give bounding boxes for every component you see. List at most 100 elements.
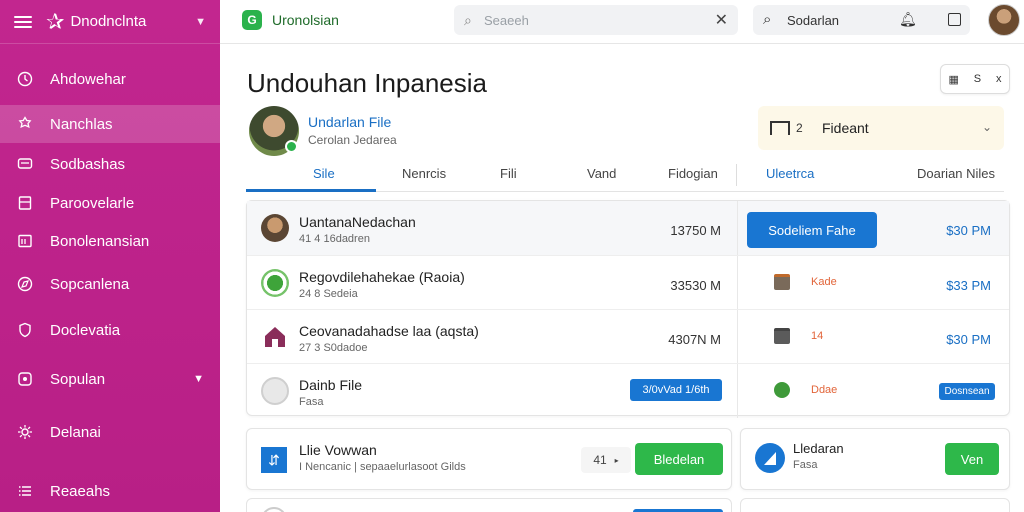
top-bar: G Uronolsian ⌕ ✕ ⌕ Sodarlan 🔔︎ bbox=[220, 0, 1024, 44]
sidebar-item-7[interactable]: Doclevatia bbox=[0, 311, 220, 349]
tab-7[interactable]: Doarian Niles bbox=[917, 166, 995, 181]
counter-value: 41 bbox=[593, 453, 607, 467]
list-icon bbox=[16, 482, 34, 500]
file-time: $33 PM bbox=[946, 278, 991, 293]
tab-6[interactable]: Uleetrca bbox=[766, 166, 814, 181]
plant-icon bbox=[774, 382, 790, 398]
tool-x[interactable]: x bbox=[996, 73, 1002, 85]
brand-name: Dnodnclnta bbox=[70, 13, 147, 30]
file-time: $30 PM bbox=[946, 223, 991, 238]
sidebar: ✰ Dnodnclnta ▼ Ahdowehar Nanchlas Sodbas… bbox=[0, 0, 220, 512]
file-title: UantanaNedachan bbox=[299, 214, 416, 230]
chevron-down-icon[interactable]: ▼ bbox=[193, 373, 204, 385]
column-divider bbox=[737, 256, 738, 310]
file-meta: 41 4 16dadren bbox=[299, 233, 370, 245]
bottom-card-2: Lledaran Fasa Ven bbox=[740, 428, 1010, 490]
tab-active-indicator bbox=[246, 189, 376, 192]
secondary-search[interactable]: ⌕ Sodarlan 🔔︎ bbox=[753, 5, 970, 35]
document-icon: ⇵ bbox=[261, 447, 287, 473]
folder-icon bbox=[770, 121, 790, 135]
sidebar-item-1[interactable]: Ahdowehar bbox=[0, 60, 220, 98]
file-icon bbox=[261, 377, 289, 405]
sidebar-item-6[interactable]: Sopcanlena bbox=[0, 265, 220, 303]
sidebar-item-8[interactable]: Sopulan ▼ bbox=[0, 360, 220, 398]
file-tag: Ddae bbox=[811, 384, 838, 396]
file-meta: 24 8 Sedeia bbox=[299, 288, 358, 300]
file-tag: 14 bbox=[811, 330, 824, 342]
star-logo-icon: ✰ bbox=[46, 8, 65, 34]
sidebar-item-10[interactable]: Reaeahs bbox=[0, 472, 220, 510]
tab-5[interactable]: Fidogian bbox=[668, 166, 718, 181]
menu-icon[interactable] bbox=[14, 15, 32, 28]
avatar[interactable] bbox=[988, 4, 1020, 36]
tab-2[interactable]: Nenrcis bbox=[402, 166, 446, 181]
tool-s[interactable]: S bbox=[974, 73, 981, 85]
sidebar-item-label: Bonolenansian bbox=[50, 232, 150, 250]
app-logo-icon[interactable]: G bbox=[242, 10, 262, 30]
sidebar-item-5[interactable]: Bonolenansian bbox=[0, 222, 220, 260]
chevron-down-icon: ⌄ bbox=[981, 120, 992, 134]
card-title: Lledaran bbox=[793, 441, 844, 456]
tab-divider bbox=[736, 164, 737, 186]
search-box: ⌕ ✕ bbox=[454, 5, 738, 35]
dropdown-label: Fideant bbox=[822, 120, 869, 136]
sidebar-item-2[interactable]: Nanchlas bbox=[0, 105, 220, 143]
files-table: UantanaNedachan 41 4 16dadren 13750 M So… bbox=[246, 200, 1010, 418]
calendar-icon bbox=[16, 232, 34, 250]
column-divider bbox=[737, 364, 738, 418]
toolbar: ▦ S x bbox=[940, 64, 1010, 94]
table-row[interactable]: Regovdilehahekae (Raoia) 24 8 Sedeia 335… bbox=[247, 255, 1009, 310]
table-row[interactable]: UantanaNedachan 41 4 16dadren 13750 M So… bbox=[247, 201, 1009, 255]
file-meta: Fasa bbox=[299, 396, 324, 408]
clock-icon bbox=[16, 70, 34, 88]
chevron-right-icon: ▸ bbox=[614, 455, 619, 465]
filter-dropdown[interactable]: 2 Fideant ⌄ bbox=[758, 106, 1004, 150]
compass-icon bbox=[16, 275, 34, 293]
table-row[interactable]: Dainb File Fasa 3/0vVad 1/6th Ddae Dosns… bbox=[247, 363, 1009, 418]
archive-icon bbox=[774, 328, 790, 344]
column-divider bbox=[737, 201, 738, 255]
sidebar-item-3[interactable]: Sodbashas bbox=[0, 145, 220, 183]
sidebar-header: ✰ Dnodnclnta ▼ bbox=[0, 0, 220, 44]
shield-icon bbox=[16, 321, 34, 339]
sidebar-item-9[interactable]: Delanai bbox=[0, 413, 220, 451]
sidebar-item-label: Delanai bbox=[50, 423, 101, 441]
online-status-icon bbox=[285, 140, 298, 153]
globe-icon bbox=[261, 269, 289, 297]
file-action-button[interactable]: Sodeliem Fahe bbox=[747, 212, 877, 248]
profile-name[interactable]: Undarlan File bbox=[308, 114, 391, 130]
tab-bar: Sile Nenrcis Fili Vand Fidogian Uleetrca… bbox=[246, 160, 1004, 192]
search-input[interactable] bbox=[484, 11, 704, 29]
sidebar-item-label: Nanchlas bbox=[50, 115, 113, 133]
app-name: Uronolsian bbox=[272, 12, 339, 28]
bell-icon[interactable]: 🔔︎ bbox=[899, 11, 917, 28]
sidebar-item-label: Ahdowehar bbox=[50, 70, 126, 88]
sidebar-item-label: Sopcanlena bbox=[50, 275, 130, 293]
file-tag: Kade bbox=[811, 276, 837, 288]
table-row[interactable]: Ceovanadahadse laa (aqsta) 27 3 S0dadoe … bbox=[247, 309, 1009, 364]
sidebar-item-4[interactable]: Paroovelarle bbox=[0, 184, 220, 222]
search-icon: ⌕ bbox=[464, 12, 472, 28]
bottom-card-3 bbox=[246, 498, 732, 512]
page-title: Undouhan Inpanesia bbox=[247, 68, 487, 98]
close-icon[interactable]: ✕ bbox=[715, 10, 728, 30]
sidebar-item-label: Sopulan bbox=[50, 370, 106, 388]
tab-4[interactable]: Vand bbox=[587, 166, 616, 181]
file-secondary-button[interactable]: Dosnsean bbox=[939, 383, 995, 400]
file-time: $30 PM bbox=[946, 332, 991, 347]
window-icon[interactable] bbox=[948, 13, 961, 26]
tab-1[interactable]: Sile bbox=[313, 166, 335, 181]
tab-3[interactable]: Fili bbox=[500, 166, 517, 181]
card-action-button[interactable]: Bledelan bbox=[635, 443, 723, 475]
counter-stepper[interactable]: 41 ▸ bbox=[581, 447, 631, 473]
file-action-button[interactable]: 3/0vVad 1/6th bbox=[630, 379, 722, 401]
bottom-card-4 bbox=[740, 498, 1010, 512]
chevron-down-icon[interactable]: ▼ bbox=[195, 16, 206, 28]
bottom-card-1: ⇵ Llie Vowwan I Nencanic | sepaaelurlaso… bbox=[246, 428, 732, 490]
card-action-button[interactable]: Ven bbox=[945, 443, 999, 475]
sidebar-item-label: Sodbashas bbox=[50, 155, 126, 173]
column-divider bbox=[737, 310, 738, 364]
gear-icon bbox=[16, 115, 34, 133]
grid-icon[interactable]: ▦ bbox=[948, 73, 958, 86]
file-title: Dainb File bbox=[299, 377, 363, 393]
